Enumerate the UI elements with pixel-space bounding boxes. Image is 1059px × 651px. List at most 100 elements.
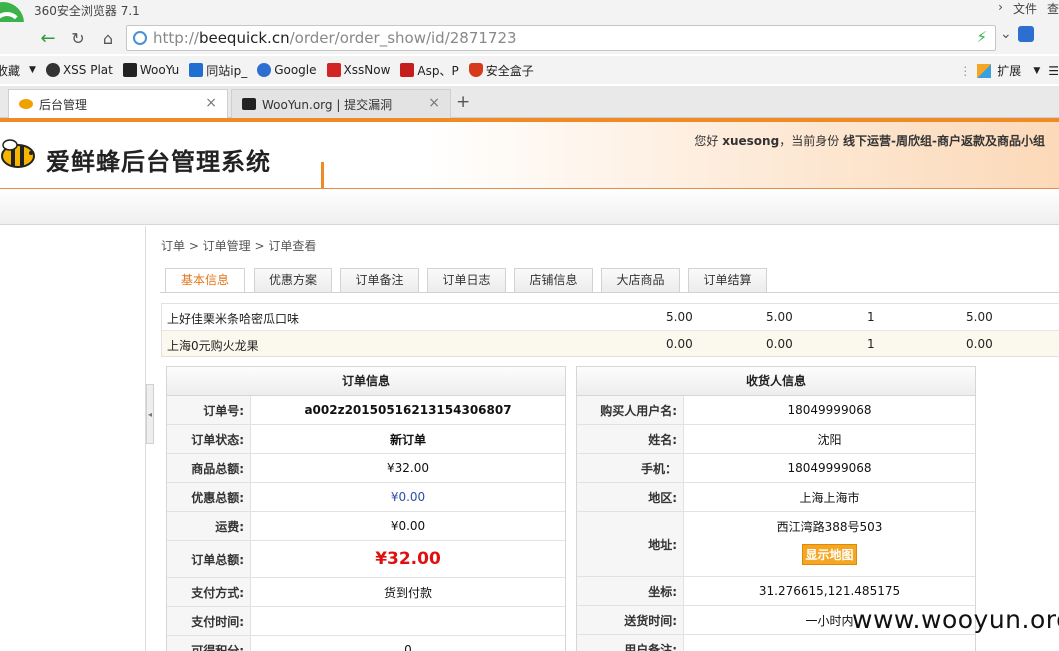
goods-table: 上好佳栗米条哈密瓜口味 5.00 5.00 1 5.00 上海0元购火龙果 0.… [161, 303, 1059, 357]
order-status-value: 新订单 [389, 432, 426, 447]
new-tab-icon[interactable]: + [456, 92, 470, 112]
menu-view[interactable]: 查 [1047, 0, 1059, 17]
order-row-number: 订单号: a002z20150516213154306807 [167, 396, 565, 425]
goods-total: 0.00 [966, 337, 993, 351]
receiver-row-address: 地址: 西江湾路388号503 显示地图 [577, 512, 975, 577]
bookmark-xssnow[interactable]: XssNow [326, 63, 390, 77]
points-value: 0 [404, 643, 412, 651]
goods-pay: 5.00 [766, 310, 793, 324]
tab-label: 后台管理 [39, 98, 88, 112]
url-text[interactable]: http://beequick.cn/order/order_show/id/2… [153, 29, 517, 47]
order-row-payment: 支付方式: 货到付款 [167, 578, 565, 607]
receiver-row-name: 姓名: 沈阳 [577, 425, 975, 454]
show-map-button[interactable]: 显示地图 [802, 544, 857, 565]
more-dots-icon[interactable]: ⋮ [959, 64, 971, 78]
tab-notes[interactable]: 订单备注 [340, 268, 419, 292]
receiver-info-title: 收货人信息 [577, 367, 975, 396]
tab-basic-info[interactable]: 基本信息 [165, 268, 245, 293]
region-value: 上海上海市 [799, 490, 860, 505]
tab-discount[interactable]: 优惠方案 [254, 268, 332, 292]
goods-qty: 1 [867, 337, 875, 351]
payment-method-value: 货到付款 [383, 585, 432, 600]
order-row-discount: 优惠总额: ¥0.00 [167, 483, 565, 512]
tab-admin[interactable]: 后台管理 × [8, 89, 228, 119]
receiver-name-value: 沈阳 [817, 432, 842, 447]
menu-arrow-icon[interactable]: › [998, 0, 1003, 17]
close-tab-icon[interactable]: × [205, 95, 217, 111]
discount-label: 优惠总额: [167, 483, 251, 511]
tabs-underline [160, 292, 1059, 293]
paw-icon [189, 63, 204, 77]
bookmark-google[interactable]: Google [257, 63, 317, 77]
points-label: 可得积分: [167, 636, 251, 651]
bookmark-xss-plat[interactable]: XSS Plat [45, 63, 113, 77]
home-icon[interactable]: ⌂ [96, 26, 120, 50]
asp-icon [400, 63, 415, 77]
bookmark-same-ip[interactable]: 同站ip_ [189, 62, 247, 79]
wooyun-favicon-icon [242, 98, 256, 110]
url-field[interactable]: http://beequick.cn/order/order_show/id/2… [126, 25, 996, 51]
tab-wooyun[interactable]: WooYun.org | 提交漏洞 × [231, 89, 451, 118]
refresh-icon[interactable]: ↻ [66, 26, 90, 50]
order-number-label: 订单号: [167, 396, 251, 424]
order-row-total: 订单总额: ¥32.00 [167, 541, 565, 578]
pay-time-label: 支付时间: [167, 607, 251, 635]
user-remark-label: 用户备注: [577, 635, 684, 651]
watermark: www.wooyun.org [852, 605, 1059, 634]
address-value: 西江湾路388号503 [776, 520, 883, 534]
phone-value: 18049999068 [787, 461, 872, 475]
sidebar [0, 226, 146, 651]
sidebar-collapse-handle[interactable]: ◂ [146, 384, 154, 444]
extensions-button[interactable]: 扩展 [997, 62, 1021, 79]
user-role: 线下运营-周欣组-商户返款及商品小组 [843, 134, 1045, 148]
receiver-row-phone: 手机： 18049999068 [577, 454, 975, 483]
username: xuesong [722, 134, 780, 148]
baidu-search-icon[interactable] [1017, 26, 1034, 42]
menu-icon[interactable]: ☰ [1048, 64, 1059, 78]
order-row-pay-time: 支付时间: [167, 607, 565, 636]
shield-icon [468, 63, 483, 77]
coords-value: 31.276615,121.485175 [758, 584, 901, 598]
tab-store-info[interactable]: 店铺信息 [514, 268, 593, 292]
receiver-row-region: 地区: 上海上海市 [577, 483, 975, 512]
tab-store-goods[interactable]: 大店商品 [601, 268, 680, 292]
xss-plat-icon [45, 63, 60, 77]
receiver-row-coords: 坐标: 31.276615,121.485175 [577, 577, 975, 606]
xssnow-icon [326, 63, 341, 77]
close-tab-icon[interactable]: × [428, 95, 440, 111]
header-divider [321, 162, 324, 188]
extensions-icon [977, 63, 992, 78]
breadcrumb: 订单 > 订单管理 > 订单查看 [161, 239, 317, 253]
extensions-dropdown-icon[interactable]: ▼ [1033, 66, 1040, 76]
order-info-title: 订单信息 [167, 367, 565, 396]
tab-settlement[interactable]: 订单结算 [688, 268, 767, 292]
tab-strip: 后台管理 × WooYun.org | 提交漏洞 × + [0, 86, 1059, 119]
tab-logs[interactable]: 订单日志 [427, 268, 506, 292]
order-row-status: 订单状态: 新订单 [167, 425, 565, 454]
bookmark-favorites[interactable]: 收藏 ▼ [0, 62, 36, 79]
order-total-value: ¥32.00 [375, 549, 441, 569]
menu-file[interactable]: 文件 [1013, 0, 1037, 17]
google-icon [257, 63, 272, 77]
buyer-username-value: 18049999068 [787, 403, 872, 417]
shipping-label: 运费: [167, 512, 251, 540]
region-label: 地区: [577, 483, 684, 511]
back-arrow-icon[interactable]: ← [36, 26, 60, 50]
goods-name: 上海0元购火龙果 [167, 339, 259, 353]
address-label: 地址: [577, 512, 684, 576]
goods-name: 上好佳栗米条哈密瓜口味 [167, 312, 300, 326]
table-row: 上海0元购火龙果 0.00 0.00 1 0.00 [162, 330, 1059, 356]
receiver-row-username: 购买人用户名: 18049999068 [577, 396, 975, 425]
bookmark-wooyun[interactable]: WooYu [122, 63, 179, 77]
url-dropdown-icon[interactable]: ⌄ [1000, 26, 1012, 42]
order-info-panel: 订单信息 订单号: a002z20150516213154306807 订单状态… [166, 366, 566, 651]
receiver-row-remark: 用户备注: [577, 635, 975, 651]
goods-total-value: ¥32.00 [387, 461, 429, 475]
speed-mode-icon[interactable]: ⚡ [976, 28, 987, 46]
order-status-label: 订单状态: [167, 425, 251, 453]
goods-qty: 1 [867, 310, 875, 324]
bookmark-asp[interactable]: Asp、P [400, 62, 459, 79]
user-remark-value [684, 635, 975, 651]
order-row-goods-total: 商品总额: ¥32.00 [167, 454, 565, 483]
bookmark-security-box[interactable]: 安全盒子 [468, 62, 534, 79]
